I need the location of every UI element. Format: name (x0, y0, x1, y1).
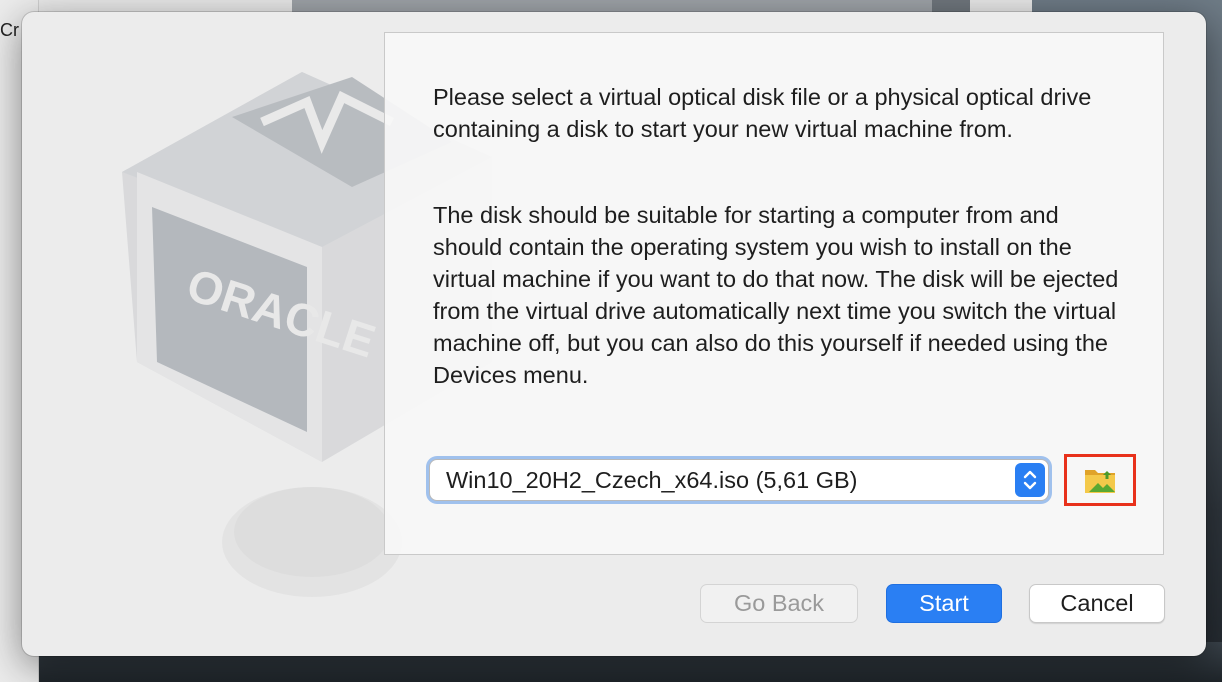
go-back-button[interactable]: Go Back (700, 584, 858, 623)
start-vm-disk-dialog: ORACLE Please select a virtual optical d… (22, 12, 1206, 656)
start-button[interactable]: Start (886, 584, 1002, 623)
folder-add-icon (1083, 463, 1117, 497)
description-text: The disk should be suitable for starting… (433, 202, 1119, 388)
content-panel: Please select a virtual optical disk fil… (384, 32, 1164, 555)
instruction-text: Please select a virtual optical disk fil… (433, 84, 1092, 142)
disk-select-dropdown[interactable]: Win10_20H2_Czech_x64.iso (5,61 GB) (429, 459, 1049, 501)
choose-disk-file-button[interactable] (1064, 454, 1136, 506)
background-window-title: Cr (0, 20, 19, 40)
disk-select-value: Win10_20H2_Czech_x64.iso (5,61 GB) (446, 466, 858, 493)
up-down-chevron-icon[interactable] (1015, 463, 1045, 497)
cancel-button[interactable]: Cancel (1029, 584, 1165, 623)
